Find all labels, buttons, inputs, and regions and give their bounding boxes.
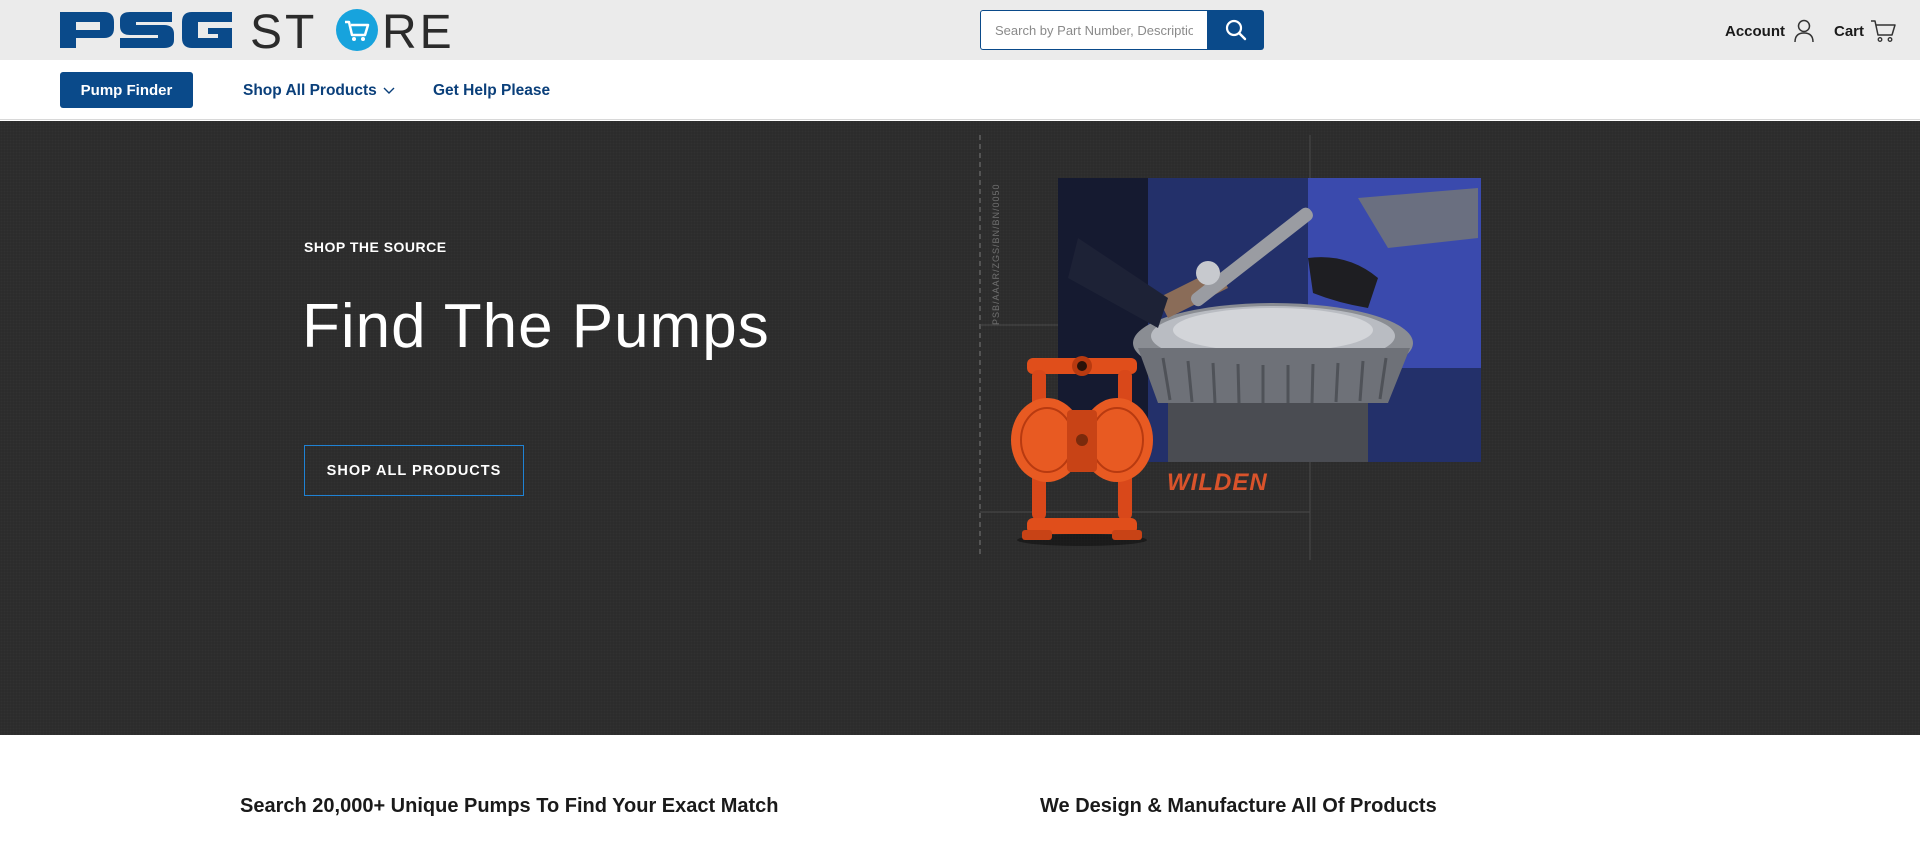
search-input[interactable] [980, 10, 1207, 50]
shop-all-products-label: Shop All Products [243, 82, 377, 99]
svg-text:ST: ST [250, 8, 317, 52]
search-icon [1225, 19, 1246, 41]
main-nav: Pump Finder Shop All Products Get Help P… [0, 60, 1920, 120]
search-button[interactable] [1207, 10, 1264, 50]
shop-all-products-menu[interactable]: Shop All Products [243, 82, 395, 100]
shop-all-products-button[interactable]: SHOP ALL PRODUCTS [304, 445, 524, 496]
svg-text:RE: RE [382, 8, 455, 52]
pump-finder-button[interactable]: Pump Finder [60, 72, 193, 108]
wilden-pump-image [1011, 356, 1153, 546]
hero-banner: SHOP THE SOURCE Find The Pumps SHOP ALL … [0, 121, 1920, 735]
search-pumps-heading: Search 20,000+ Unique Pumps To Find Your… [240, 795, 779, 817]
get-help-link[interactable]: Get Help Please [433, 82, 550, 100]
wilden-brand-logo: WILDEN [1167, 469, 1268, 496]
account-link[interactable]: Account [1725, 18, 1815, 44]
account-label: Account [1725, 22, 1785, 40]
chevron-down-icon [383, 87, 395, 94]
search-box [980, 10, 1264, 50]
top-header: ST RE Account Cart [0, 0, 1920, 60]
cart-icon [1871, 20, 1896, 42]
design-manufacture-heading: We Design & Manufacture All Of Products [1040, 795, 1437, 817]
vertical-part-code: PSB/AAAR/ZGS/BN/BN/0050 [991, 183, 1001, 325]
hero-eyebrow: SHOP THE SOURCE [304, 239, 447, 255]
psg-store-logo[interactable]: ST RE [60, 6, 520, 59]
hero-title: Find The Pumps [302, 292, 770, 361]
cart-label: Cart [1834, 22, 1865, 40]
hero-artwork: PSB/AAAR/ZGS/BN/BN/0050 WILDEN [975, 135, 1495, 565]
cart-link[interactable]: Cart [1834, 18, 1896, 44]
user-icon [1794, 19, 1814, 43]
